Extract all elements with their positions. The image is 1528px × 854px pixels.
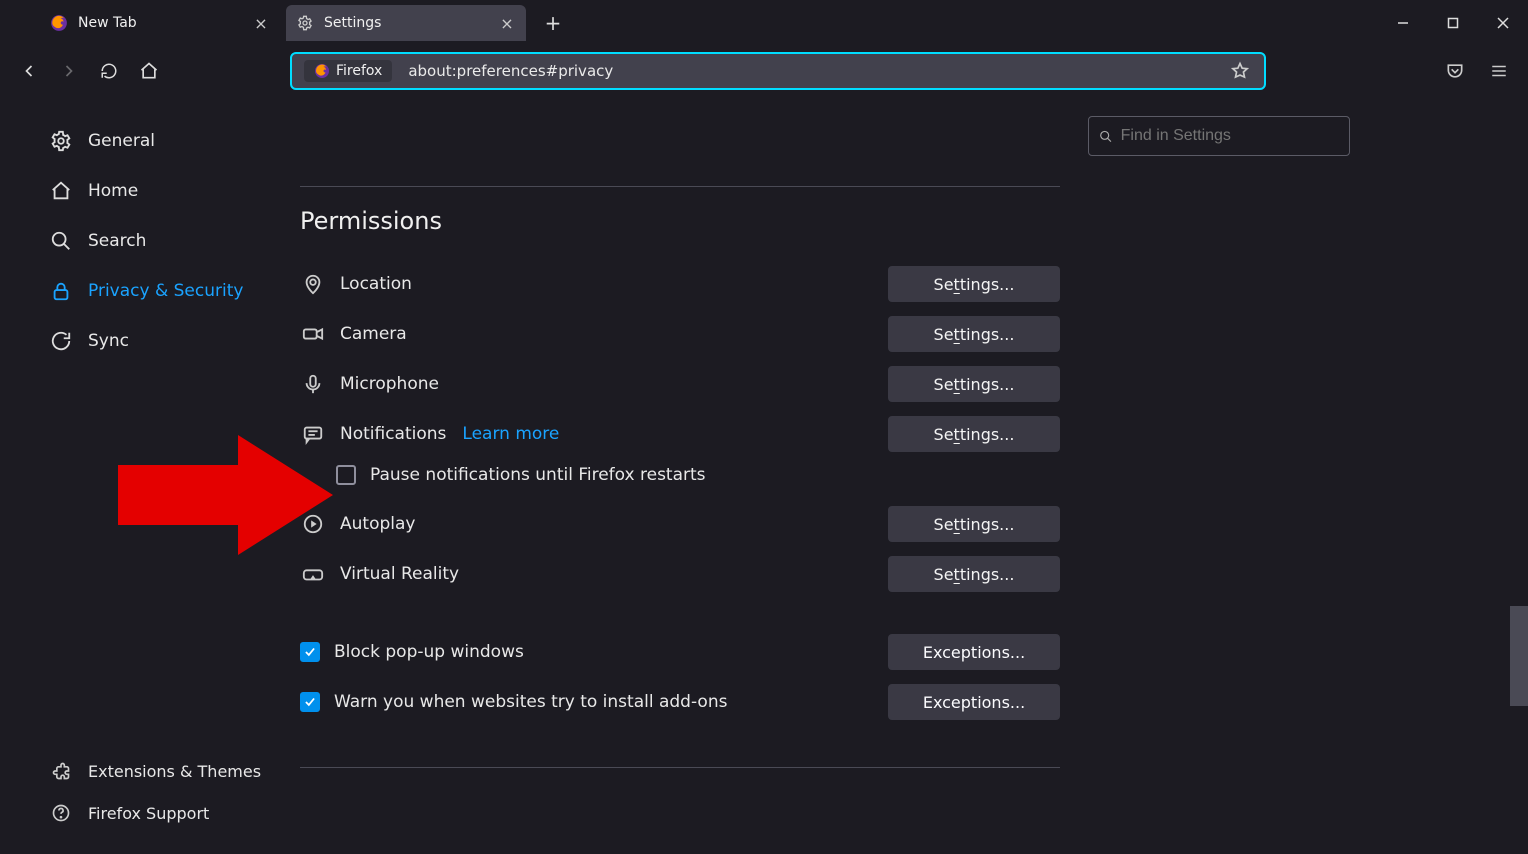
lock-icon (50, 280, 72, 302)
sync-icon (50, 330, 72, 352)
settings-button-notifications[interactable]: Settings... (888, 416, 1060, 452)
tab-new-tab[interactable]: New Tab × (40, 5, 280, 41)
firefox-icon (314, 63, 330, 79)
warn-addons-row: Warn you when websites try to install ad… (300, 677, 1060, 727)
help-icon (50, 802, 72, 824)
window-controls (1378, 0, 1528, 46)
reload-button[interactable] (90, 52, 128, 90)
sidebar-item-label: Firefox Support (88, 804, 209, 823)
tab-label: New Tab (78, 15, 252, 31)
exceptions-button-popups[interactable]: Exceptions... (888, 634, 1060, 670)
sidebar-item-search[interactable]: Search (40, 216, 290, 266)
pause-notifications-checkbox[interactable] (336, 465, 356, 485)
sidebar-item-label: Search (88, 231, 146, 251)
settings-page: General Home Search Privacy & Security S… (0, 96, 1528, 854)
app-menu-button[interactable] (1480, 52, 1518, 90)
permission-row-notifications: Notifications Learn more Settings... (300, 409, 1060, 459)
warn-addons-checkbox[interactable] (300, 692, 320, 712)
search-icon (1099, 129, 1113, 144)
permission-row-microphone: Microphone Settings... (300, 359, 1060, 409)
settings-main: Permissions Location Settings... Camera … (290, 96, 1528, 854)
gear-icon (296, 14, 314, 32)
maximize-button[interactable] (1428, 0, 1478, 46)
tab-strip: New Tab × Settings × + (0, 0, 1528, 46)
camera-icon (300, 321, 326, 347)
section-divider (300, 186, 1060, 187)
pause-notifications-label: Pause notifications until Firefox restar… (370, 465, 706, 485)
sidebar-item-extensions[interactable]: Extensions & Themes (40, 750, 290, 792)
find-input[interactable] (1121, 127, 1339, 145)
permission-label: Location (340, 274, 412, 294)
new-tab-button[interactable]: + (538, 8, 568, 38)
home-button[interactable] (130, 52, 168, 90)
find-in-settings[interactable] (1088, 116, 1350, 156)
forward-button[interactable] (50, 52, 88, 90)
block-popups-label: Block pop-up windows (334, 642, 524, 662)
search-icon (50, 230, 72, 252)
permission-label: Autoplay (340, 514, 415, 534)
navigation-toolbar: Firefox about:preferences#privacy (0, 46, 1528, 96)
block-popups-checkbox[interactable] (300, 642, 320, 662)
close-window-button[interactable] (1478, 0, 1528, 46)
url-text: about:preferences#privacy (398, 62, 1230, 80)
gear-icon (50, 130, 72, 152)
permission-row-location: Location Settings... (300, 259, 1060, 309)
permission-row-camera: Camera Settings... (300, 309, 1060, 359)
sidebar-item-home[interactable]: Home (40, 166, 290, 216)
tab-label: Settings (324, 15, 498, 31)
section-divider (300, 767, 1060, 768)
pocket-button[interactable] (1436, 52, 1474, 90)
block-popups-row: Block pop-up windows Exceptions... (300, 627, 1060, 677)
warn-addons-label: Warn you when websites try to install ad… (334, 692, 727, 712)
sidebar-item-label: Privacy & Security (88, 281, 243, 301)
minimize-button[interactable] (1378, 0, 1428, 46)
address-bar[interactable]: Firefox about:preferences#privacy (290, 52, 1266, 90)
tab-settings[interactable]: Settings × (286, 5, 526, 41)
identity-label: Firefox (336, 63, 382, 79)
permission-row-autoplay: Autoplay Settings... (300, 499, 1060, 549)
sidebar-item-label: Extensions & Themes (88, 762, 261, 781)
permission-label: Camera (340, 324, 407, 344)
close-icon[interactable]: × (498, 14, 516, 33)
bookmark-star-icon[interactable] (1230, 61, 1258, 81)
location-icon (300, 271, 326, 297)
permission-label: Microphone (340, 374, 439, 394)
notifications-icon (300, 421, 326, 447)
section-heading-permissions: Permissions (300, 207, 1060, 235)
firefox-icon (50, 14, 68, 32)
sidebar-item-label: Sync (88, 331, 129, 351)
puzzle-icon (50, 760, 72, 782)
vr-icon (300, 561, 326, 587)
settings-button-autoplay[interactable]: Settings... (888, 506, 1060, 542)
sidebar-item-sync[interactable]: Sync (40, 316, 290, 366)
sidebar-item-general[interactable]: General (40, 116, 290, 166)
learn-more-link[interactable]: Learn more (462, 424, 559, 444)
back-button[interactable] (10, 52, 48, 90)
identity-box[interactable]: Firefox (304, 60, 392, 82)
settings-sidebar: General Home Search Privacy & Security S… (0, 96, 290, 854)
sidebar-item-label: Home (88, 181, 138, 201)
settings-button-camera[interactable]: Settings... (888, 316, 1060, 352)
autoplay-icon (300, 511, 326, 537)
settings-button-microphone[interactable]: Settings... (888, 366, 1060, 402)
permission-label: Notifications (340, 424, 446, 444)
sidebar-item-support[interactable]: Firefox Support (40, 792, 290, 834)
close-icon[interactable]: × (252, 14, 270, 33)
permission-label: Virtual Reality (340, 564, 459, 584)
pause-notifications-row: Pause notifications until Firefox restar… (300, 459, 1060, 499)
settings-button-vr[interactable]: Settings... (888, 556, 1060, 592)
scrollbar-thumb[interactable] (1510, 606, 1528, 706)
permission-row-vr: Virtual Reality Settings... (300, 549, 1060, 599)
home-icon (50, 180, 72, 202)
sidebar-item-privacy[interactable]: Privacy & Security (40, 266, 290, 316)
settings-button-location[interactable]: Settings... (888, 266, 1060, 302)
sidebar-item-label: General (88, 131, 155, 151)
microphone-icon (300, 371, 326, 397)
exceptions-button-addons[interactable]: Exceptions... (888, 684, 1060, 720)
